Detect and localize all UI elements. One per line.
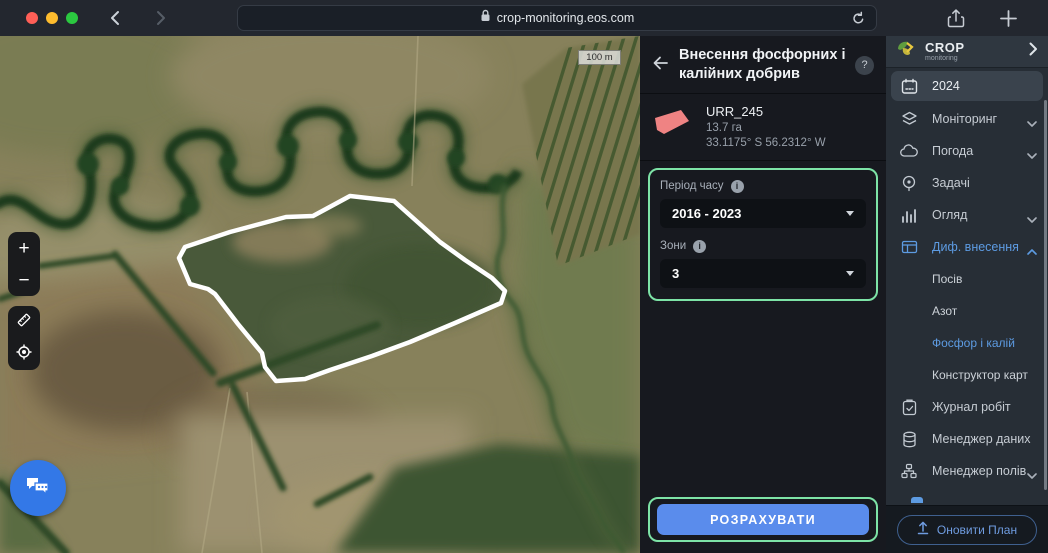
sidebar-item-weather[interactable]: Погода	[886, 135, 1048, 167]
sidebar-item-monitoring[interactable]: Моніторинг	[886, 103, 1048, 135]
window-minimize-button[interactable]	[46, 12, 58, 24]
chevron-down-icon	[1027, 468, 1037, 482]
calculate-highlight-box: РОЗРАХУВАТИ	[648, 497, 878, 542]
refresh-icon[interactable]	[851, 11, 866, 31]
field-shape-icon	[652, 108, 692, 149]
scale-bar: 100 m	[578, 50, 621, 65]
database-icon	[900, 431, 918, 448]
sidebar-item-data-manager[interactable]: Менеджер даних	[886, 423, 1048, 455]
map-tools	[8, 306, 40, 370]
locate-icon[interactable]	[15, 343, 33, 366]
back-icon[interactable]	[106, 8, 126, 33]
clipboard-check-icon	[900, 399, 918, 416]
lock-icon	[480, 9, 491, 27]
panel-title: Внесення фосфорних і калійних добрив	[679, 47, 846, 82]
chevron-down-icon	[846, 271, 854, 276]
sidebar-item-label: Журнал робіт	[932, 400, 1011, 414]
upgrade-plan-label: Оновити План	[936, 522, 1018, 537]
chevron-down-icon	[1027, 148, 1037, 162]
calculate-button[interactable]: РОЗРАХУВАТИ	[657, 504, 869, 535]
sidebar-subitem-nitrogen[interactable]: Азот	[886, 295, 1048, 327]
brand-subtitle: monitoring	[925, 55, 958, 62]
share-icon[interactable]	[946, 8, 966, 35]
sidebar-bottom-bar: Оновити План	[886, 505, 1048, 553]
sidebar-item-label: Диф. внесення	[932, 240, 1019, 254]
chat-support-button[interactable]	[10, 460, 66, 516]
main-sidebar: CROP monitoring 2024 Моніторинг Погода З…	[886, 36, 1048, 553]
crop-monitoring-logo-icon	[896, 39, 918, 64]
chat-bubbles-icon	[25, 474, 51, 503]
address-bar[interactable]: crop-monitoring.eos.com	[237, 5, 877, 31]
zones-info-icon[interactable]: i	[693, 239, 707, 253]
sidebar-subitem-phosphorus[interactable]: Фосфор і калій	[886, 327, 1048, 359]
vra-grid-icon	[900, 240, 918, 254]
sidebar-item-label: Погода	[932, 144, 974, 158]
forward-icon[interactable]	[150, 8, 170, 33]
sidebar-scrollbar[interactable]	[1044, 100, 1047, 490]
collapse-chevron-icon[interactable]	[1029, 42, 1038, 61]
sidebar-item-season[interactable]: 2024	[891, 71, 1043, 101]
brand-bar: CROP monitoring	[886, 36, 1048, 68]
upgrade-plan-button[interactable]: Оновити План	[897, 514, 1037, 545]
period-value: 2016 - 2023	[672, 206, 742, 221]
field-name: URR_245	[706, 104, 764, 119]
sidebar-item-label: 2024	[932, 79, 960, 93]
cloud-icon	[900, 144, 918, 158]
chevron-down-icon	[1027, 212, 1037, 226]
zoom-out-button[interactable]: −	[18, 271, 29, 290]
new-tab-icon[interactable]	[998, 8, 1019, 34]
panel-header: Внесення фосфорних і калійних добрив ?	[640, 36, 886, 94]
field-coords: 33.1175° S 56.2312° W	[706, 137, 826, 149]
field-info-row[interactable]: URR_245 13.7 га 33.1175° S 56.2312° W	[640, 94, 886, 161]
sidebar-item-overview[interactable]: Огляд	[886, 199, 1048, 231]
sidebar-subitem-sowing[interactable]: Посів	[886, 263, 1048, 295]
chevron-down-icon	[846, 211, 854, 216]
upload-icon	[917, 521, 929, 538]
sidebar-item-label: Моніторинг	[932, 112, 998, 126]
bar-chart-icon	[900, 208, 918, 223]
period-select[interactable]: 2016 - 2023	[660, 199, 866, 228]
period-info-icon[interactable]: i	[730, 179, 744, 193]
form-highlight-box: Період часу i 2016 - 2023 Зони i 3	[648, 168, 878, 301]
sidebar-item-label: Менеджер даних	[932, 432, 1031, 446]
vra-panel: Внесення фосфорних і калійних добрив ? U…	[640, 36, 886, 553]
partially-hidden-item-icon	[911, 497, 923, 503]
help-icon[interactable]: ?	[855, 55, 874, 75]
sidebar-item-label: Задачі	[932, 176, 970, 190]
zoom-controls: + −	[8, 232, 40, 296]
window-zoom-button[interactable]	[66, 12, 78, 24]
panel-back-icon[interactable]	[652, 55, 669, 76]
org-tree-icon	[900, 463, 918, 479]
chevron-up-icon	[1027, 244, 1037, 258]
sidebar-item-tasks[interactable]: Задачі	[886, 167, 1048, 199]
window-close-button[interactable]	[26, 12, 38, 24]
zones-value: 3	[672, 266, 680, 281]
tasks-pin-icon	[900, 175, 918, 192]
sidebar-item-label: Менеджер полів	[932, 464, 1027, 478]
zones-label: Зони	[660, 240, 687, 252]
sidebar-item-work-log[interactable]: Журнал робіт	[886, 391, 1048, 423]
url-text: crop-monitoring.eos.com	[496, 11, 635, 25]
measure-ruler-icon[interactable]	[15, 311, 33, 334]
zones-select[interactable]: 3	[660, 259, 866, 288]
sidebar-item-label: Огляд	[932, 208, 968, 222]
satellite-map[interactable]: 100 m + −	[0, 36, 640, 553]
satellite-imagery	[0, 36, 640, 553]
zoom-in-button[interactable]: +	[18, 239, 29, 258]
period-label: Період часу	[660, 180, 724, 192]
brand-name: CROP	[925, 40, 965, 55]
field-area: 13.7 га	[706, 122, 742, 134]
sidebar-item-vra[interactable]: Диф. внесення	[886, 231, 1048, 263]
sidebar-item-field-manager[interactable]: Менеджер полів	[886, 455, 1048, 487]
layers-icon	[900, 111, 918, 127]
calendar-icon	[900, 78, 918, 95]
chevron-down-icon	[1027, 116, 1037, 130]
browser-chrome: crop-monitoring.eos.com	[0, 0, 1048, 36]
sidebar-subitem-map-builder[interactable]: Конструктор карт	[886, 359, 1048, 391]
